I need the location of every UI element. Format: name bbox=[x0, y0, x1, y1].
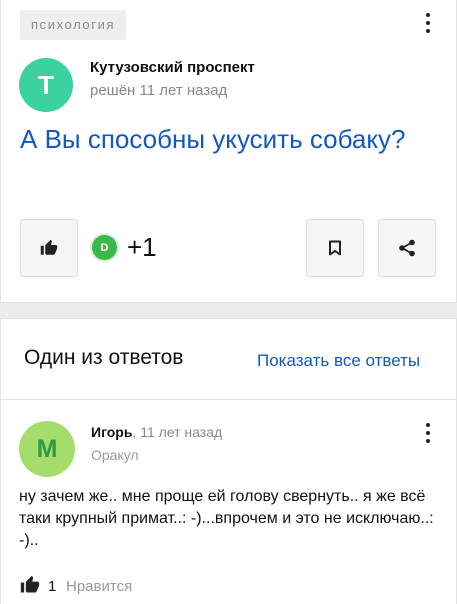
answer-author-avatar[interactable]: М bbox=[19, 421, 75, 477]
bookmark-button[interactable] bbox=[306, 219, 364, 277]
author-name[interactable]: Кутузовский проспект bbox=[90, 59, 255, 76]
answer-like-label[interactable]: Нравится bbox=[66, 578, 132, 595]
answer-author-rank: Оракул bbox=[91, 447, 139, 463]
question-title: А Вы способны укусить собаку? bbox=[20, 124, 406, 154]
divider bbox=[1, 399, 456, 400]
answers-heading: Один из ответов bbox=[24, 346, 184, 369]
answer-text: ну зачем же.. мне проще ей голову сверну… bbox=[19, 488, 434, 549]
like-button[interactable] bbox=[20, 219, 78, 277]
author-avatar[interactable]: Т bbox=[19, 58, 73, 112]
question-more-icon[interactable] bbox=[423, 13, 433, 33]
question-status: решён 11 лет назад bbox=[90, 82, 228, 99]
thumbs-up-icon bbox=[40, 239, 58, 255]
answer-author-line: Игорь, 11 лет назад bbox=[91, 424, 222, 440]
thumbs-up-icon bbox=[20, 575, 40, 593]
reaction-user-avatar[interactable]: D bbox=[92, 235, 117, 260]
category-tag[interactable]: психология bbox=[20, 10, 127, 40]
share-icon bbox=[399, 239, 415, 257]
show-all-answers-link[interactable]: Показать все ответы bbox=[257, 351, 420, 371]
answer-like-count: 1 bbox=[48, 578, 57, 595]
answer-author-name[interactable]: Игорь bbox=[91, 424, 132, 440]
share-button[interactable] bbox=[378, 219, 436, 277]
reaction-count: +1 bbox=[127, 232, 157, 262]
bookmark-icon bbox=[329, 240, 341, 256]
answer-like-button[interactable] bbox=[20, 575, 40, 600]
answer-more-icon[interactable] bbox=[423, 423, 433, 443]
answer-time: , 11 лет назад bbox=[132, 424, 223, 440]
